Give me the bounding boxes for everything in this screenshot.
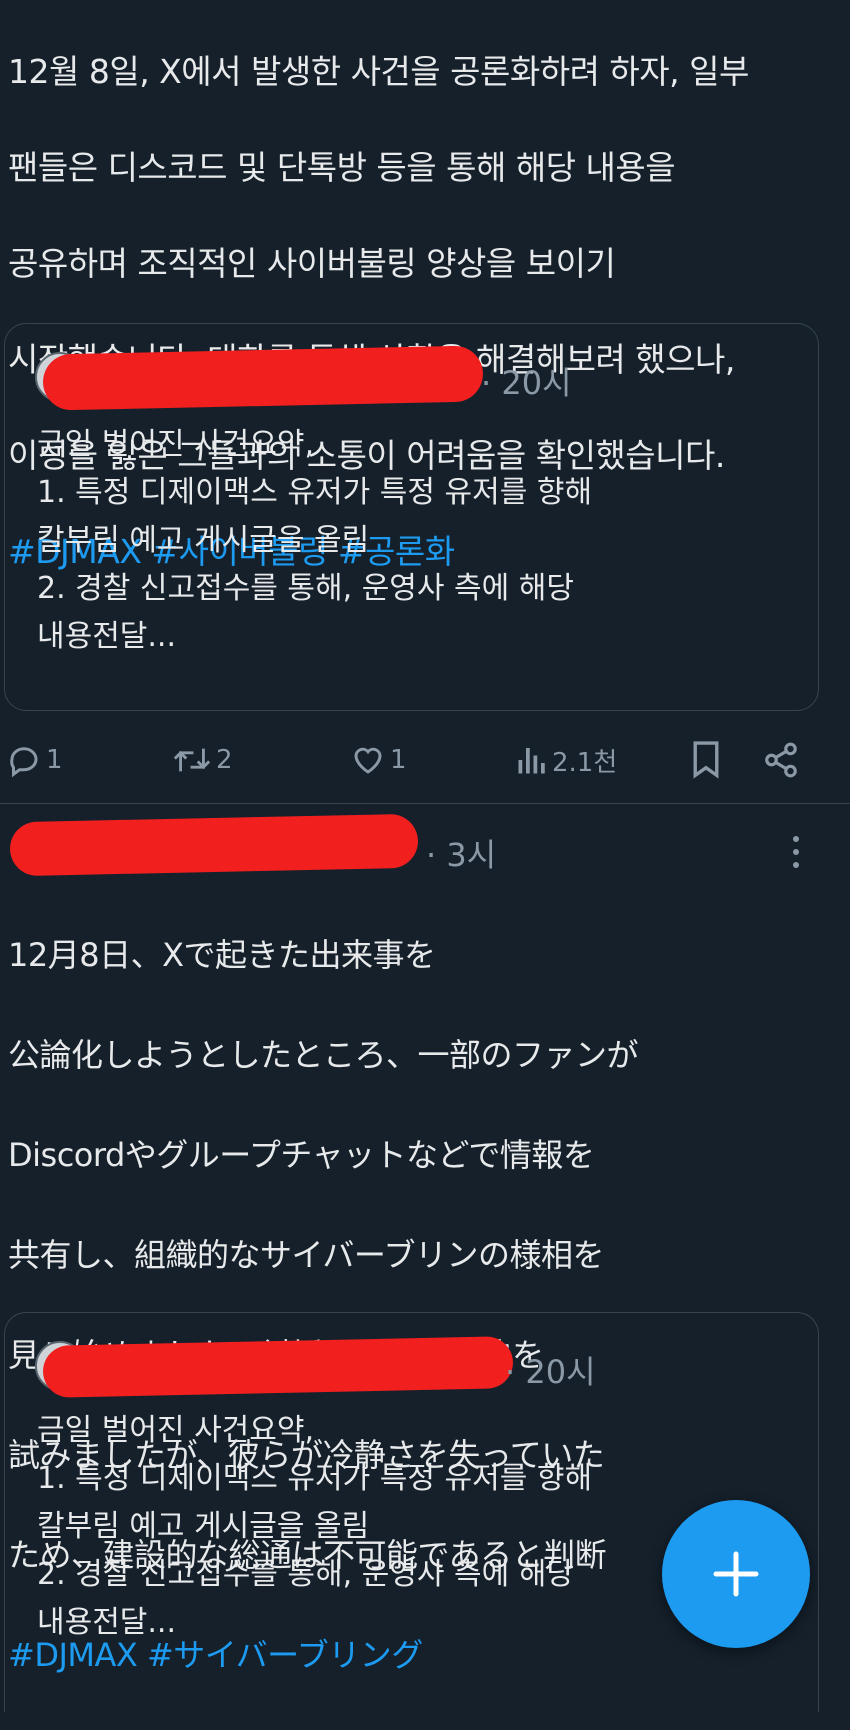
bookmark-icon <box>693 741 719 779</box>
quote-line: 금일 벌어진 사건요약, <box>37 1413 315 1448</box>
share-button[interactable] <box>762 738 800 782</box>
tweet-1-line: 팬들은 디스코드 및 단톡방 등을 통해 해당 내용을 <box>8 148 676 187</box>
tweet-2-line: Discordやグループチャットなどで情報を <box>8 1136 595 1174</box>
redaction-mark <box>9 813 419 877</box>
heart-icon <box>354 747 382 774</box>
tweet-1-line: 공유하며 조직적인 사이버불링 양상을 보이기 <box>8 244 616 283</box>
tweet-2-timestamp: · 3시 <box>426 836 497 874</box>
tweet-2-line: 共有し、組織的なサイバーブリンの様相を <box>8 1236 604 1274</box>
quote-tweet-card[interactable]: · 20시 금일 벌어진 사건요약, 1. 특정 디제이맥스 유저가 특정 유저… <box>4 323 819 711</box>
reply-button[interactable]: 1 <box>6 738 63 782</box>
like-button[interactable]: 1 <box>350 738 407 782</box>
compose-button[interactable] <box>662 1500 810 1648</box>
views-count: 2.1천 <box>552 747 618 778</box>
quote-text: 금일 벌어진 사건요약, 1. 특정 디제이맥스 유저가 특정 유저를 향해 칼… <box>37 421 592 661</box>
views-icon <box>518 748 545 774</box>
like-count: 1 <box>390 745 407 775</box>
tweet-1-action-bar: 1 2 1 2.1천 <box>0 738 850 782</box>
quote-line: 2. 경찰 신고접수를 통해, 운영사 측에 해당 <box>37 1557 574 1592</box>
quote-line: 내용전달... <box>37 1605 177 1640</box>
share-icon <box>765 742 797 778</box>
more-dot <box>793 836 799 842</box>
more-icon[interactable] <box>790 836 802 876</box>
quote-timestamp: · 20시 <box>505 1353 596 1391</box>
tweet-1-line: 12월 8일, X에서 발생한 사건을 공론화하려 하자, 일부 <box>8 52 749 91</box>
quote-line: 칼부림 예고 게시글을 올림 <box>37 1509 370 1544</box>
plus-icon <box>713 1551 759 1597</box>
quote-line: 칼부림 예고 게시글을 올림 <box>37 523 370 558</box>
quote-text: 금일 벌어진 사건요약, 1. 특정 디제이맥스 유저가 특정 유저를 향해 칼… <box>37 1407 592 1647</box>
quote-timestamp: · 20시 <box>481 364 572 402</box>
quote-line: 금일 벌어진 사건요약, <box>37 427 315 462</box>
reply-icon <box>10 747 38 778</box>
redaction-mark <box>42 1336 514 1398</box>
tweet-2-line: 公論化しようとしたところ、一部のファンが <box>8 1036 639 1074</box>
quote-line: 2. 경찰 신고접수를 통해, 운영사 측에 해당 <box>37 571 574 606</box>
tweet-2-line: 12月8日、Xで起きた出来事を <box>8 936 436 974</box>
tweet-divider <box>0 803 850 804</box>
retweet-icon <box>173 748 211 772</box>
redaction-mark <box>42 345 484 411</box>
quote-line: 1. 특정 디제이맥스 유저가 특정 유저를 향해 <box>37 1461 593 1496</box>
reply-count: 1 <box>46 745 63 775</box>
quote-line: 1. 특정 디제이맥스 유저가 특정 유저를 향해 <box>37 475 593 510</box>
retweet-button[interactable]: 2 <box>172 738 233 782</box>
more-dot <box>793 862 799 868</box>
views-button[interactable]: 2.1천 <box>516 738 617 782</box>
quote-line: 내용전달... <box>37 619 177 654</box>
retweet-count: 2 <box>216 745 233 775</box>
bookmark-button[interactable] <box>690 738 722 782</box>
more-dot <box>793 849 799 855</box>
